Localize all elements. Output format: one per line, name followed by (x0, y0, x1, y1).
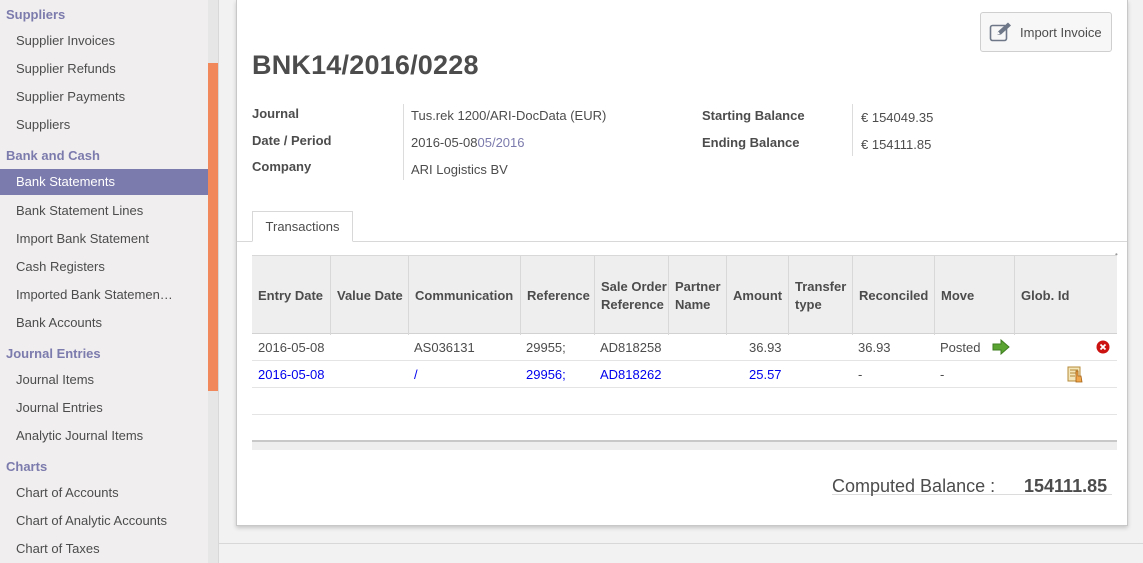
amount-cell: 36.93 (749, 340, 782, 355)
journal-label: Journal (252, 106, 299, 121)
reconciled-cell: - (858, 367, 863, 382)
date-value: 2016-05-0805/2016 (411, 135, 525, 150)
move-cell: - (940, 367, 945, 382)
sidebar-item-imported-bank-statements[interactable]: Imported Bank Statemen… (0, 281, 208, 309)
column-header[interactable]: Sale Order Reference (594, 256, 668, 335)
column-header[interactable]: Value Date (330, 256, 408, 335)
import-invoice-button[interactable]: Import Invoice (980, 12, 1112, 52)
amount-cell[interactable]: 25.57 (749, 367, 782, 382)
sidebar-item-chart-of-taxes[interactable]: Chart of Taxes (0, 535, 208, 563)
tab-transactions[interactable]: Transactions (252, 211, 353, 242)
sidebar-item-bank-statement-lines[interactable]: Bank Statement Lines (0, 197, 208, 225)
reference-cell: 29955; (526, 340, 566, 355)
sidebar-item-chart-of-analytic-accounts[interactable]: Chart of Analytic Accounts (0, 507, 208, 535)
sidebar-item-bank-accounts[interactable]: Bank Accounts (0, 309, 208, 337)
sidebar-scrollbar-thumb[interactable] (208, 63, 218, 391)
period-link[interactable]: 05/2016 (478, 135, 525, 150)
reconcile-icon[interactable] (1067, 366, 1084, 383)
ending-balance-label: Ending Balance (702, 135, 800, 150)
arrow-right-icon[interactable] (992, 339, 1010, 355)
sidebar-heading-suppliers: Suppliers (6, 7, 66, 22)
column-header[interactable]: Glob. Id (1014, 256, 1117, 335)
reconciled-cell: 36.93 (858, 340, 891, 355)
company-label: Company (252, 159, 312, 174)
row-divider (252, 360, 1117, 361)
field-divider (403, 104, 404, 180)
computed-balance-label: Computed Balance : (832, 476, 996, 496)
column-header[interactable]: Communication (408, 256, 520, 335)
edit-icon (989, 22, 1011, 42)
sale-order-cell[interactable]: AD818262 (600, 367, 661, 382)
divider (219, 543, 1143, 544)
entry-date-cell: 2016-05-08 (258, 340, 325, 355)
table-header: Entry Date Value Date Communication Refe… (252, 255, 1117, 335)
sidebar-item-supplier-payments[interactable]: Supplier Payments (0, 83, 208, 111)
date-period-label: Date / Period (252, 133, 332, 148)
communication-cell: AS036131 (414, 340, 475, 355)
sidebar-item-suppliers[interactable]: Suppliers (0, 111, 208, 139)
sidebar-item-journal-items[interactable]: Journal Items (0, 366, 208, 394)
sidebar-item-import-bank-statement[interactable]: Import Bank Statement (0, 225, 208, 253)
sidebar-item-bank-statements[interactable]: Bank Statements (0, 169, 208, 195)
field-divider (852, 104, 853, 156)
column-header[interactable]: Partner Name (668, 256, 726, 335)
column-header[interactable]: Entry Date (252, 256, 330, 335)
column-header[interactable]: Move (934, 256, 1014, 335)
column-header[interactable]: Reconciled (852, 256, 934, 335)
sidebar-item-supplier-invoices[interactable]: Supplier Invoices (0, 27, 208, 55)
move-cell: Posted (940, 340, 981, 355)
date-field: 2016-05-08 (411, 135, 478, 150)
import-invoice-label: Import Invoice (1020, 24, 1102, 40)
starting-balance-value: € 154049.35 (861, 110, 934, 125)
communication-cell[interactable]: / (414, 367, 418, 382)
tab-bar-line (237, 241, 1127, 242)
dot-icon: • (1115, 250, 1119, 259)
table-footer (252, 440, 1117, 450)
sidebar-item-journal-entries[interactable]: Journal Entries (0, 394, 208, 422)
sidebar-item-analytic-journal-items[interactable]: Analytic Journal Items (0, 422, 208, 450)
sale-order-cell: AD818258 (600, 340, 662, 355)
page-title: BNK14/2016/0228 (252, 50, 479, 80)
reference-cell[interactable]: 29956; (526, 367, 566, 382)
row-divider (252, 414, 1117, 415)
sidebar: Suppliers Supplier Invoices Supplier Ref… (0, 0, 208, 563)
journal-value: Tus.rek 1200/ARI-DocData (EUR) (411, 108, 607, 123)
delete-icon[interactable] (1096, 340, 1110, 354)
column-header[interactable]: Reference (520, 256, 594, 335)
sidebar-item-cash-registers[interactable]: Cash Registers (0, 253, 208, 281)
sidebar-heading-bank-and-cash: Bank and Cash (6, 148, 100, 163)
starting-balance-label: Starting Balance (702, 108, 805, 123)
column-header[interactable]: Amount (726, 256, 788, 335)
column-header[interactable]: Transfer type (788, 256, 852, 335)
sidebar-item-chart-of-accounts[interactable]: Chart of Accounts (0, 479, 208, 507)
sidebar-heading-charts: Charts (6, 459, 48, 474)
ending-balance-value: € 154111.85 (861, 137, 932, 152)
sidebar-item-supplier-refunds[interactable]: Supplier Refunds (0, 55, 208, 83)
entry-date-cell[interactable]: 2016-05-08 (258, 367, 325, 382)
sidebar-heading-journal-entries: Journal Entries (6, 346, 101, 361)
row-divider (252, 387, 1117, 388)
computed-balance-value: 154111.85 (1024, 476, 1108, 496)
company-value: ARI Logistics BV (411, 162, 508, 177)
